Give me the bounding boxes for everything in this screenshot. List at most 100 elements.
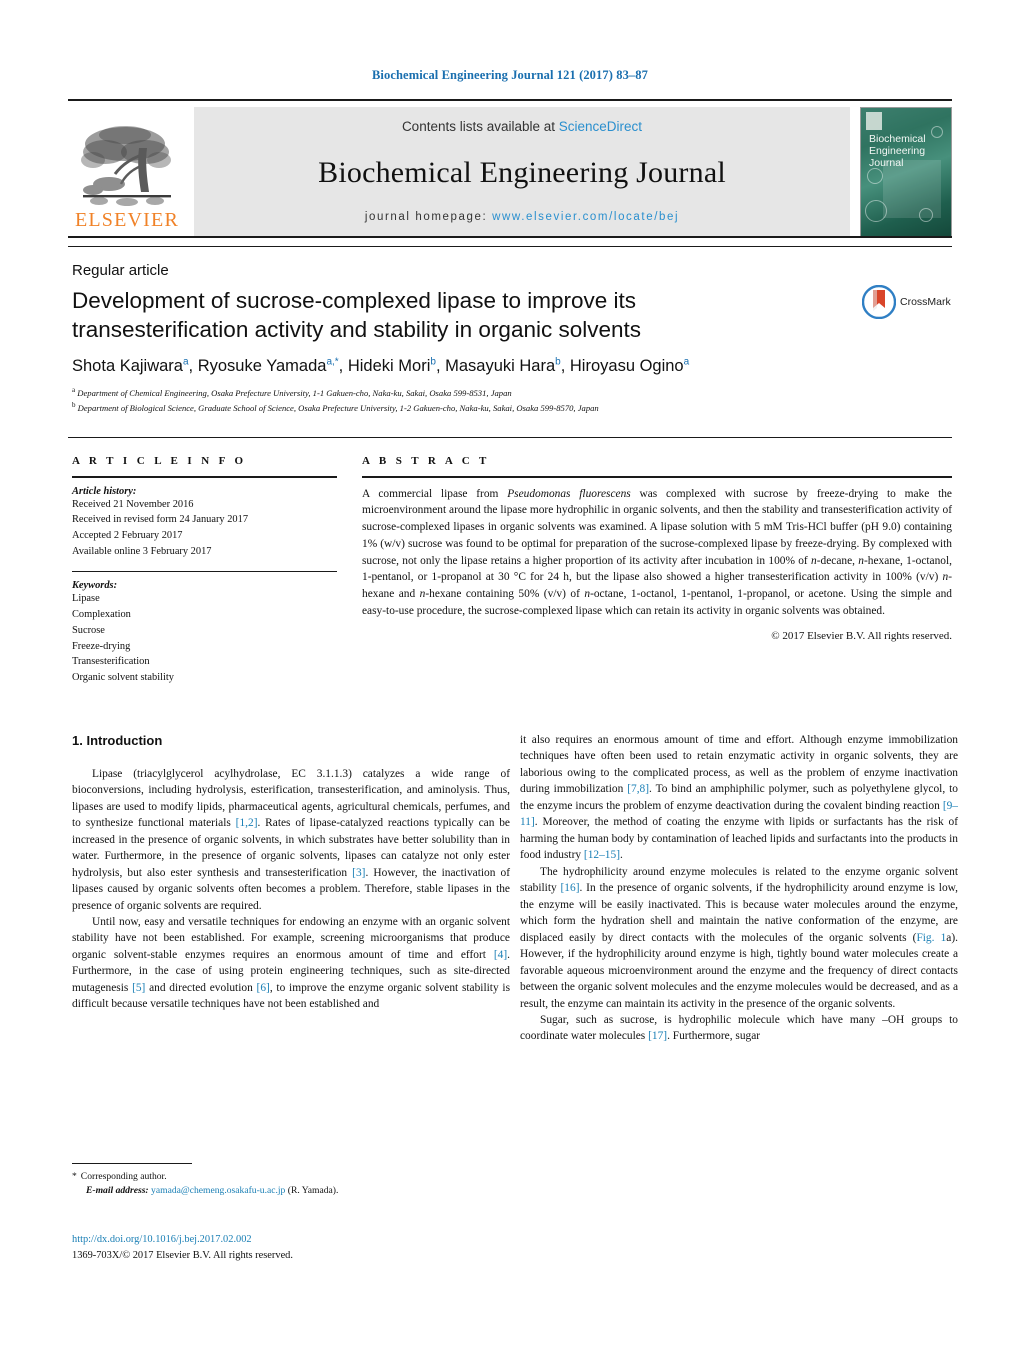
article-info-heading: A R T I C L E I N F O: [72, 455, 247, 467]
info-section-top-rule: [68, 437, 952, 438]
corresponding-author-footnote: * Corresponding author. E-mail address: y…: [72, 1170, 502, 1199]
article-title-line-1: Development of sucrose-complexed lipase …: [72, 288, 637, 313]
article-history-item: Received in revised form 24 January 2017: [72, 514, 249, 526]
keyword-item: Lipase: [72, 593, 100, 605]
author-affiliation-marker: b: [430, 356, 436, 368]
email-address-label: E-mail address:: [86, 1185, 149, 1197]
body-paragraph: it also requires an enormous amount of t…: [520, 732, 958, 864]
author-affiliation-marker: a: [182, 356, 189, 368]
author-name: Hiroyasu Ogino: [569, 357, 684, 375]
right-column-paragraphs: it also requires an enormous amount of t…: [520, 732, 958, 1045]
citation-link[interactable]: [6]: [257, 982, 270, 994]
article-type-kicker: Regular article: [72, 262, 169, 279]
author-name: Masayuki Hara: [445, 357, 556, 375]
citation-link[interactable]: [16]: [561, 882, 580, 894]
citation-link[interactable]: Fig. 1: [916, 932, 946, 944]
cover-elsevier-icon: [866, 112, 882, 130]
homepage-url-link[interactable]: www.elsevier.com/locate/bej: [492, 211, 679, 223]
text-run: -decane,: [816, 554, 859, 567]
title-top-rule: [68, 246, 952, 247]
elsevier-wordmark: ELSEVIER: [74, 209, 180, 231]
body-paragraph: Sugar, such as sucrose, is hydrophilic m…: [520, 1012, 958, 1045]
journal-masthead: ELSEVIER Contents lists available at Sci…: [68, 99, 952, 237]
keyword-item: Organic solvent stability: [72, 672, 174, 684]
citation-link[interactable]: [5]: [132, 982, 145, 994]
doi-link[interactable]: http://dx.doi.org/10.1016/j.bej.2017.02.…: [72, 1232, 502, 1248]
left-column-paragraphs: Lipase (triacylglycerol acylhydrolase, E…: [72, 766, 510, 1013]
crossmark-label: CrossMark: [900, 296, 951, 308]
author-affiliation-marker: a: [683, 356, 690, 368]
contents-available-line: Contents lists available at ScienceDirec…: [402, 119, 642, 134]
footnote-star: *: [72, 1171, 77, 1182]
citation-link[interactable]: [1,2]: [236, 817, 258, 829]
sciencedirect-link[interactable]: ScienceDirect: [559, 119, 642, 134]
keywords-list: Lipase Complexation Sucrose Freeze-drying Tr…: [72, 591, 337, 686]
email-address-link[interactable]: yamada@chemeng.osakafu-u.ac.jp: [151, 1185, 285, 1196]
article-info-divider: [72, 476, 337, 478]
body-paragraph: Until now, easy and versatile techniques…: [72, 914, 510, 1013]
text-run: -hexane containing 50% (v/v) of: [425, 588, 585, 601]
italic-term: Pseudomonas fluorescens: [507, 487, 631, 500]
cover-bubble-icon: [865, 200, 887, 222]
masthead-center: Contents lists available at ScienceDirec…: [194, 107, 850, 236]
cover-title-line-2: Engineering: [869, 144, 926, 157]
affiliation-marker: b: [72, 401, 76, 410]
homepage-label: journal homepage:: [364, 211, 488, 223]
journal-name: Biochemical Engineering Journal: [318, 155, 726, 189]
running-head: Biochemical Engineering Journal 121 (201…: [372, 68, 648, 82]
body-column-right: it also requires an enormous amount of t…: [520, 732, 958, 1045]
text-run: Until now, easy and versatile techniques…: [72, 916, 510, 961]
affiliation-item: a Department of Chemical Engineering, Os…: [72, 386, 512, 398]
footnote-corresponding-line: * Corresponding author.: [72, 1170, 502, 1184]
text-run: and directed evolution: [145, 981, 257, 994]
keyword-item: Sucrose: [72, 624, 105, 636]
citation-link[interactable]: [12–15]: [584, 849, 620, 861]
author-name: Hideki Mori: [347, 357, 431, 375]
contents-prefix: Contents lists available at: [401, 119, 559, 134]
article-history-item: Received 21 November 2016: [72, 498, 194, 510]
text-run: .: [620, 849, 623, 862]
crossmark-icon: [862, 285, 896, 319]
body-paragraph: Lipase (triacylglycerol acylhydrolase, E…: [72, 766, 510, 914]
affiliation-list: a Department of Chemical Engineering, Os…: [72, 385, 872, 415]
citation-link[interactable]: [7,8]: [627, 783, 649, 795]
footnote-corresponding-text: Corresponding author.: [80, 1171, 167, 1182]
elsevier-tree-icon: [81, 126, 171, 206]
section-title-introduction: 1. Introduction: [72, 733, 163, 748]
citation-link[interactable]: [4]: [494, 949, 507, 961]
issn-copyright-line: 1369-703X/© 2017 Elsevier B.V. All right…: [72, 1249, 293, 1261]
journal-cover-thumbnail: Biochemical Engineering Journal: [860, 107, 952, 237]
article-history-list: Received 21 November 2016 Received in rev…: [72, 497, 337, 560]
article-history-label: Article history:: [72, 485, 137, 497]
abstract-divider: [362, 476, 952, 478]
elsevier-logo: ELSEVIER: [68, 107, 186, 236]
cover-title: Biochemical Engineering Journal: [869, 133, 945, 169]
journal-article-first-page: Biochemical Engineering Journal 121 (201…: [0, 0, 1020, 1351]
footer-doi-block: http://dx.doi.org/10.1016/j.bej.2017.02.…: [72, 1232, 502, 1263]
keyword-item: Complexation: [72, 609, 131, 621]
author-name: Ryosuke Yamada: [197, 357, 327, 375]
cover-bubble-icon: [919, 208, 933, 222]
affiliation-marker: a: [72, 386, 76, 394]
journal-homepage-line: journal homepage: www.elsevier.com/locat…: [365, 211, 679, 223]
body-column-left: 1. Introduction Lipase (triacylglycerol …: [72, 732, 510, 1013]
article-history-item: Accepted 2 February 2017: [72, 530, 183, 542]
text-run: . Furthermore, sugar: [667, 1030, 761, 1043]
citation-link[interactable]: [17]: [648, 1030, 667, 1042]
citation-link[interactable]: [3]: [352, 867, 365, 879]
article-title: Development of sucrose-complexed lipase …: [72, 286, 772, 345]
text-run: . In the presence of organic solvents, i…: [520, 882, 958, 944]
author-name: Shota Kajiwara: [72, 357, 183, 375]
crossmark-badge[interactable]: CrossMark: [862, 285, 951, 319]
email-owner: (R. Yamada).: [287, 1185, 339, 1197]
keywords-label: Keywords:: [72, 580, 118, 592]
footnote-rule: [72, 1163, 192, 1164]
text-run: A commercial lipase from: [362, 487, 508, 500]
abstract-section: A B S T R A C T A commercial lipase from…: [362, 455, 952, 642]
article-title-line-2: transesterification activity and stabili…: [72, 317, 642, 343]
article-history-item: Available online 3 February 2017: [72, 546, 212, 558]
keywords-divider: [72, 570, 337, 573]
cover-bubble-icon: [867, 168, 883, 184]
cover-title-line-1: Biochemical: [869, 133, 926, 145]
keyword-item: Freeze-drying: [72, 640, 131, 652]
